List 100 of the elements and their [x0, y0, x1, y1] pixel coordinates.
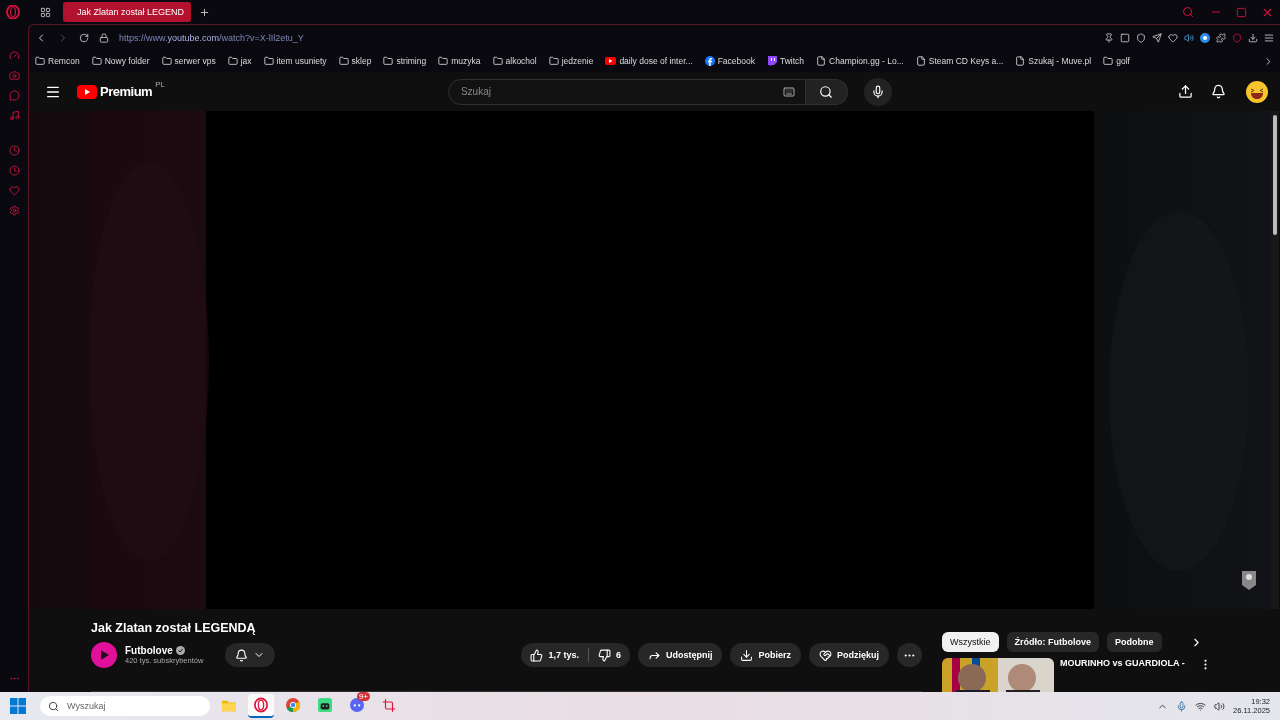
mic-button[interactable]: [863, 77, 892, 106]
search-field[interactable]: Szukaj: [458, 85, 777, 98]
more-button[interactable]: [897, 643, 922, 667]
bookmark[interactable]: jax: [227, 56, 252, 66]
search-icon: [48, 700, 59, 712]
settings-icon[interactable]: [8, 205, 20, 216]
bookmark[interactable]: item usuniety: [263, 56, 327, 66]
gauge-icon[interactable]: [8, 50, 20, 61]
send-icon[interactable]: [1152, 32, 1162, 43]
round-logo-icon[interactable]: [1200, 32, 1210, 43]
volume-icon[interactable]: [1214, 700, 1225, 712]
thumbs-up-icon: [530, 648, 544, 662]
bookmark[interactable]: daily dose of inter...: [605, 56, 693, 66]
menu-icon[interactable]: [1264, 32, 1274, 43]
taskbar-search-box[interactable]: Wyszukaj: [40, 696, 210, 716]
folder-icon: [263, 56, 274, 66]
notifications-button[interactable]: [225, 643, 276, 667]
bookmark[interactable]: sklep: [338, 56, 372, 66]
download-button[interactable]: Pobierz: [730, 643, 801, 667]
bell-icon: [1211, 84, 1226, 99]
folder-icon: [338, 56, 349, 66]
bookmark[interactable]: Szukaj - Muve.pl: [1015, 56, 1092, 66]
bookmark[interactable]: golf: [1103, 56, 1130, 66]
chat-icon[interactable]: [8, 90, 20, 101]
bell-button[interactable]: [1211, 84, 1226, 99]
bookmark[interactable]: Remcon: [35, 56, 80, 66]
scrollbar[interactable]: [1271, 111, 1279, 609]
camera-icon[interactable]: [8, 70, 20, 81]
page-icon: [915, 56, 926, 66]
channel-avatar[interactable]: [91, 642, 117, 668]
share-button[interactable]: Udostępnij: [637, 643, 723, 667]
crop-icon: [382, 697, 396, 713]
reload-icon[interactable]: [79, 32, 89, 43]
new-tab-icon[interactable]: [199, 6, 210, 18]
filter-chip[interactable]: Źródło: Futbolove: [1006, 632, 1099, 652]
chat-logo-icon: [766, 56, 777, 66]
bookmark[interactable]: serwer vps: [161, 56, 216, 66]
search-icon[interactable]: [1182, 6, 1194, 18]
folder-icon: [161, 56, 172, 66]
address-field[interactable]: https://www.youtube.com/watch?v=X-lIl2etu_Y: [119, 32, 304, 43]
speaker-icon[interactable]: [1184, 32, 1194, 43]
download-icon: [740, 648, 754, 662]
bookmark[interactable]: alkochol: [492, 56, 537, 66]
taskbar-search-field[interactable]: Wyszukaj: [65, 700, 185, 712]
bookmark[interactable]: Facebook: [704, 56, 755, 66]
mic-icon[interactable]: [1176, 700, 1187, 712]
pin-icon[interactable]: [1104, 32, 1114, 43]
o-logo-icon[interactable]: [6, 5, 20, 19]
browser-tab[interactable]: Jak Zlatan został LEGEND: [63, 2, 191, 22]
keyboard-icon[interactable]: [782, 85, 795, 98]
play-logo-icon: [605, 57, 617, 65]
wifi-icon[interactable]: [1195, 700, 1206, 712]
download-icon[interactable]: [1248, 32, 1258, 43]
like-button[interactable]: 1,7 tys.: [521, 643, 588, 667]
verified-icon: [175, 646, 185, 655]
video-title: Jak Zlatan został LEGENDĄ: [91, 621, 257, 635]
folder-icon: [227, 56, 238, 66]
notification-badge: 9+: [356, 692, 370, 701]
folder-icon: [492, 56, 503, 66]
clock-icon[interactable]: [8, 165, 20, 176]
bookmark[interactable]: jedzenie: [548, 56, 594, 66]
taskbar-app[interactable]: 9+: [344, 694, 370, 718]
music-icon[interactable]: [8, 110, 20, 121]
premium-logo[interactable]: Premium PL: [77, 84, 165, 99]
upload-icon: [1178, 84, 1193, 99]
thumbs-down-icon: [597, 648, 611, 662]
related-video-title[interactable]: MOURINHO vs GUARDIOLA -: [1060, 658, 1193, 668]
page-icon: [1015, 56, 1026, 66]
bookmark[interactable]: muzyka: [438, 56, 481, 66]
filter-chip[interactable]: Podobne: [1107, 632, 1162, 652]
maximize-icon[interactable]: [1236, 6, 1247, 18]
robot-icon: [318, 697, 332, 713]
o-logo-icon: [254, 697, 268, 713]
avatar-icon[interactable]: [1246, 80, 1268, 103]
channel-name[interactable]: Futbolove: [125, 645, 173, 656]
bookmark[interactable]: striming: [383, 56, 427, 66]
bookmark[interactable]: Steam CD Keys a...: [915, 56, 1004, 66]
folder-icon: [383, 56, 394, 66]
folder-icon: [91, 56, 102, 66]
dislike-button[interactable]: 6: [588, 643, 630, 667]
folder-icon: [222, 698, 236, 712]
puzzle-icon[interactable]: [1216, 32, 1226, 43]
bookmark[interactable]: Twitch: [766, 56, 805, 66]
folder-icon: [438, 56, 449, 66]
search-box[interactable]: Szukaj: [447, 78, 806, 105]
f-logo-icon: [704, 56, 715, 66]
search-icon: [819, 84, 834, 99]
search-button[interactable]: [805, 78, 848, 105]
clock-icon[interactable]: [8, 145, 20, 156]
mic-icon: [870, 84, 885, 99]
thanks-button[interactable]: Podziękuj: [809, 643, 889, 667]
page-icon: [816, 56, 827, 66]
bookmark[interactable]: Nowy folder: [91, 56, 150, 66]
lock-icon: [99, 32, 109, 43]
gamepad-logo-icon: [350, 697, 364, 713]
tabs-icon[interactable]: [40, 6, 51, 18]
chrome-logo-icon: [286, 697, 300, 713]
bookmark[interactable]: Champion.gg - Lo...: [816, 56, 904, 66]
filter-chip[interactable]: Wszystkie: [942, 632, 999, 652]
upload-button[interactable]: [1178, 84, 1193, 99]
